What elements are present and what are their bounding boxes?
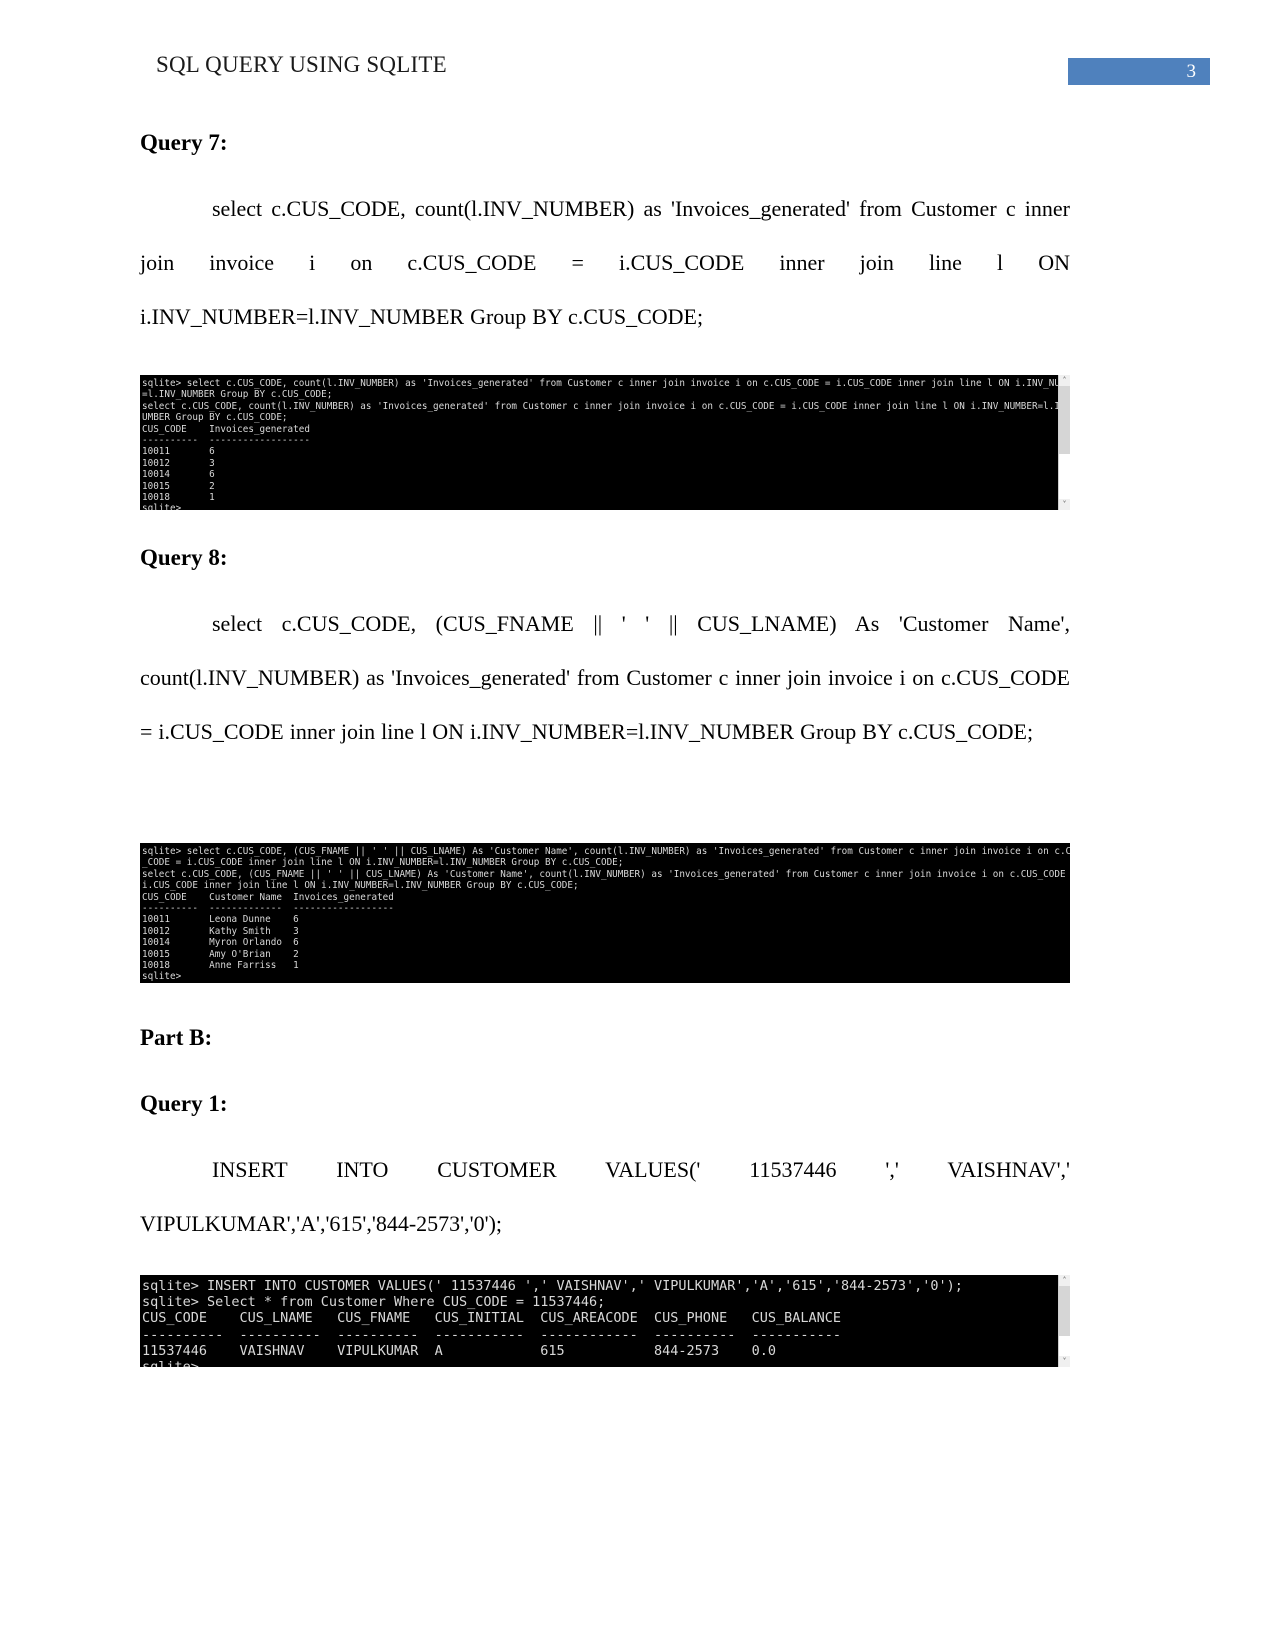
terminal-output-query-b1[interactable]: sqlite> INSERT INTO CUSTOMER VALUES(' 11… bbox=[140, 1275, 1070, 1367]
terminal-line: 10012 Kathy Smith 3 bbox=[142, 925, 299, 937]
terminal-line: sqlite> Select * from Customer Where CUS… bbox=[142, 1294, 606, 1311]
page-number-badge: 3 bbox=[1068, 58, 1210, 85]
scrollbar-track[interactable] bbox=[1059, 1286, 1070, 1356]
terminal-line: 10012 3 bbox=[142, 457, 215, 469]
terminal-line: sqlite> _ bbox=[142, 1359, 1070, 1367]
terminal-line: 10011 Leona Dunne 6 bbox=[142, 914, 299, 926]
query-8-text: select c.CUS_CODE, (CUS_FNAME || ' ' || … bbox=[140, 611, 1070, 744]
terminal-line: sqlite> bbox=[142, 503, 182, 510]
query-7-heading: Query 7: bbox=[140, 130, 228, 155]
terminal-line: sqlite> select c.CUS_CODE, count(l.INV_N… bbox=[142, 378, 1070, 389]
terminal-line: ---------- ------------------ bbox=[142, 435, 310, 447]
terminal-line: CUS_CODE CUS_LNAME CUS_FNAME CUS_INITIAL… bbox=[142, 1310, 841, 1327]
terminal-line: select c.CUS_CODE, count(l.INV_NUMBER) a… bbox=[142, 400, 1070, 412]
terminal-line: 10014 Myron Orlando 6 bbox=[142, 937, 299, 949]
page-header: SQL QUERY USING SQLITE 3 bbox=[0, 52, 1275, 92]
terminal-line: 10011 6 bbox=[142, 446, 215, 458]
terminal-scrollbar[interactable]: ˄ ˅ bbox=[1058, 375, 1070, 510]
scrollbar-thumb[interactable] bbox=[1059, 386, 1070, 454]
query-b1-heading: Query 1: bbox=[140, 1091, 228, 1116]
terminal-line: 10018 Anne Farriss 1 bbox=[142, 960, 299, 972]
terminal-line: select c.CUS_CODE, (CUS_FNAME || ' ' || … bbox=[142, 868, 1070, 880]
query-7-text: select c.CUS_CODE, count(l.INV_NUMBER) a… bbox=[140, 196, 1070, 329]
scrollbar-thumb[interactable] bbox=[1059, 1286, 1070, 1337]
scroll-down-icon[interactable]: ˅ bbox=[1059, 499, 1070, 510]
scroll-up-icon[interactable]: ˄ bbox=[1059, 1275, 1070, 1286]
terminal-scrollbar[interactable]: ˄ ˅ bbox=[1058, 1275, 1070, 1367]
scrollbar-track[interactable] bbox=[1059, 386, 1070, 499]
terminal-line: 10015 2 bbox=[142, 480, 215, 492]
terminal-line: 11537446 VAISHNAV VIPULKUMAR A 615 844-2… bbox=[142, 1342, 776, 1359]
page-title: SQL QUERY USING SQLITE bbox=[156, 52, 447, 77]
terminal-line: CUS_CODE Customer Name Invoices_generate… bbox=[142, 891, 394, 903]
terminal-output-query-7[interactable]: sqlite> select c.CUS_CODE, count(l.INV_N… bbox=[140, 375, 1070, 510]
terminal-line: ---------- ------------- ---------------… bbox=[142, 903, 394, 915]
terminal-line: sqlite> INSERT INTO CUSTOMER VALUES(' 11… bbox=[142, 1278, 963, 1294]
terminal-line: _CODE = i.CUS_CODE inner join line l ON … bbox=[142, 857, 624, 869]
terminal-line: CUS_CODE Invoices_generated bbox=[142, 423, 310, 435]
scroll-down-icon[interactable]: ˅ bbox=[1059, 1356, 1070, 1367]
terminal-line: =l.INV_NUMBER Group BY c.CUS_CODE; bbox=[142, 389, 333, 401]
document-page: SQL QUERY USING SQLITE 3 Query 7: select… bbox=[0, 0, 1275, 1650]
scroll-up-icon[interactable]: ˄ bbox=[1059, 375, 1070, 386]
query-b1-text: INSERT INTO CUSTOMER VALUES(' 11537446 '… bbox=[140, 1157, 1070, 1236]
terminal-line: i.CUS_CODE inner join line l ON i.INV_NU… bbox=[142, 880, 579, 892]
terminal-line: sqlite> select c.CUS_CODE, (CUS_FNAME ||… bbox=[142, 846, 1070, 857]
terminal-line: ---------- ---------- ---------- -------… bbox=[142, 1326, 841, 1343]
terminal-line: sqlite> bbox=[142, 971, 182, 983]
terminal-output-query-8[interactable]: sqlite> select c.CUS_CODE, (CUS_FNAME ||… bbox=[140, 843, 1070, 983]
query-8-heading: Query 8: bbox=[140, 545, 228, 570]
terminal-line: 10014 6 bbox=[142, 469, 215, 481]
part-b-heading: Part B: bbox=[140, 1025, 213, 1050]
terminal-line: 10015 Amy O'Brian 2 bbox=[142, 948, 299, 960]
terminal-line: UMBER Group BY c.CUS_CODE; bbox=[142, 412, 288, 424]
terminal-line: 10018 1 bbox=[142, 492, 215, 504]
page-number: 3 bbox=[1186, 61, 1197, 82]
